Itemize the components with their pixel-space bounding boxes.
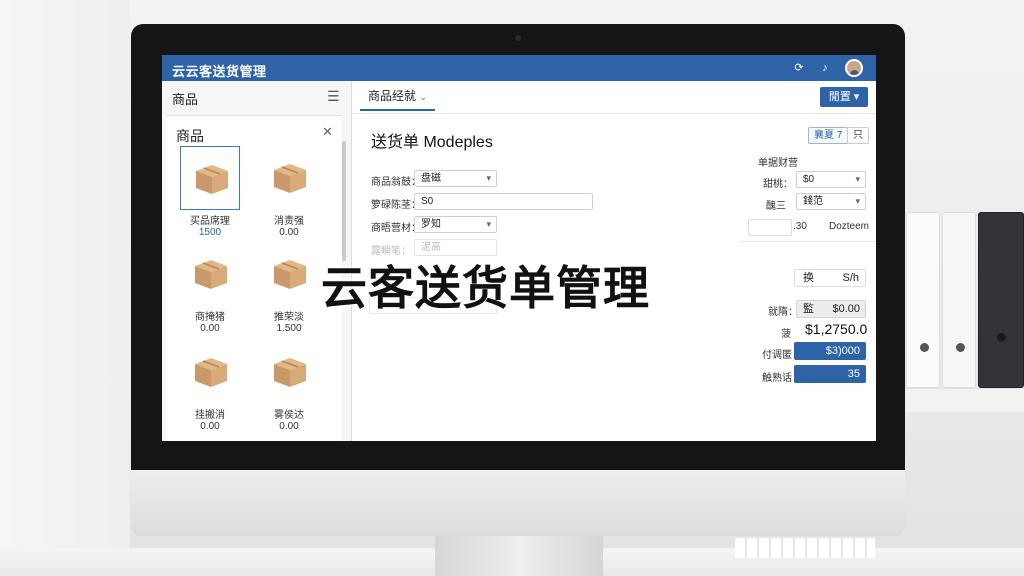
tab-label: 商品经就 bbox=[368, 89, 417, 103]
product-card[interactable]: 消责强 0.00 bbox=[257, 146, 321, 238]
headline-overlay: 云客送货单管理 bbox=[321, 261, 650, 315]
product-card[interactable]: 雾侯达 0.00 bbox=[257, 340, 321, 432]
subtotal-label: 就隋： bbox=[768, 307, 798, 318]
product-name: 买品席理 bbox=[190, 216, 230, 227]
product-price: 0.00 bbox=[200, 421, 220, 432]
row-label: 甜桃： bbox=[763, 179, 793, 190]
product-card[interactable]: 商掩猪 0.00 bbox=[178, 242, 242, 334]
sum-label: 换 bbox=[803, 272, 814, 284]
box-icon bbox=[195, 260, 227, 289]
qty-input[interactable] bbox=[748, 219, 792, 236]
monitor-stand bbox=[435, 536, 603, 576]
product-tile bbox=[259, 242, 319, 306]
qty-value: .30 bbox=[793, 221, 807, 232]
product-panel-title: 商品 bbox=[176, 128, 204, 144]
paid-field[interactable]: $3)000 bbox=[794, 342, 866, 360]
product-card[interactable]: 买品席理 1500 bbox=[178, 146, 242, 238]
wall-background bbox=[0, 0, 130, 576]
title-bar: 云云客送货管理 ⟳ ♪ bbox=[162, 55, 876, 81]
divider bbox=[352, 113, 876, 114]
product-tile bbox=[180, 340, 240, 404]
product-name: 雾侯达 bbox=[274, 410, 304, 421]
product-name: 消责强 bbox=[274, 216, 304, 227]
product-price: 0.00 bbox=[279, 227, 299, 238]
sidebar-title: 商品 bbox=[172, 92, 199, 107]
right-panel-header: 单据财营 bbox=[758, 158, 798, 169]
product-tile bbox=[259, 340, 319, 404]
tab-product[interactable]: 商品经就 ⌄ bbox=[360, 85, 435, 111]
bell-icon[interactable]: ♪ bbox=[818, 61, 832, 75]
avatar[interactable] bbox=[845, 59, 863, 77]
product-card[interactable]: 挂搬消 0.00 bbox=[178, 340, 242, 432]
product-name: 挂搬消 bbox=[195, 410, 225, 421]
product-price: 0.00 bbox=[279, 421, 299, 432]
product-card[interactable]: 推荣淡 1.500 bbox=[257, 242, 321, 334]
menu-icon[interactable]: ☰ bbox=[327, 88, 340, 105]
box-icon bbox=[274, 358, 306, 387]
binder bbox=[906, 212, 940, 388]
app-title: 云云客送货管理 bbox=[172, 64, 267, 79]
binder bbox=[978, 212, 1024, 388]
top-action-button[interactable]: 閒置 ▾ bbox=[820, 87, 868, 107]
print-button[interactable]: 只 bbox=[847, 127, 869, 144]
webcam bbox=[515, 35, 521, 41]
unit-value: Dozteem bbox=[829, 221, 870, 232]
row-label: 醜三 bbox=[766, 201, 786, 212]
sum-box: 换 S/h bbox=[794, 269, 866, 287]
radiator bbox=[735, 538, 875, 558]
save-button[interactable]: 襄夏 7 bbox=[808, 127, 849, 144]
product-name: 推荣淡 bbox=[274, 312, 304, 323]
product-price: 1500 bbox=[198, 227, 222, 238]
subtotal-value: $0.00 bbox=[832, 303, 860, 315]
box-icon bbox=[274, 260, 306, 289]
monitor-chin bbox=[131, 470, 905, 536]
amount-input[interactable]: S0 bbox=[414, 193, 593, 210]
product-price: 0.00 bbox=[200, 323, 220, 334]
total-value: $1,2750.0 bbox=[805, 321, 868, 337]
box-icon bbox=[195, 358, 227, 387]
chevron-down-icon: ⌄ bbox=[419, 92, 427, 102]
close-icon[interactable]: ✕ bbox=[322, 124, 333, 140]
total-prefix: 菠 bbox=[781, 329, 791, 340]
binder bbox=[942, 212, 976, 388]
product-tile bbox=[259, 146, 319, 210]
category-select[interactable]: 罗知 bbox=[414, 216, 497, 233]
box-icon bbox=[196, 165, 228, 194]
divider bbox=[740, 241, 876, 242]
product-name: 商掩猪 bbox=[195, 312, 225, 323]
box-icon bbox=[274, 164, 306, 193]
product-tile bbox=[180, 242, 240, 306]
price-select[interactable]: $0 bbox=[796, 171, 866, 188]
sidebar-scrollbar[interactable] bbox=[342, 141, 346, 261]
shelf bbox=[905, 388, 1024, 412]
product-select[interactable]: 盘磁 bbox=[414, 170, 497, 187]
sum-value: S/h bbox=[842, 272, 859, 284]
subtotal-prefix: 監 bbox=[803, 303, 814, 315]
product-tile bbox=[180, 146, 240, 210]
app-screen: 云云客送货管理 ⟳ ♪ 商品 ☰ 商品 ✕ 买品席理 1500 消责强 0.00… bbox=[162, 55, 876, 441]
unit-select[interactable]: 錢范 bbox=[796, 193, 866, 210]
subtotal-box: 監 $0.00 bbox=[796, 300, 866, 318]
form-title: 送货单 Modeples bbox=[371, 134, 493, 151]
top-action-label: 閒置 bbox=[828, 91, 851, 103]
product-panel: 商品 ✕ 买品席理 1500 消责强 0.00 商掩猪 0.00 推荣淡 1.5… bbox=[166, 115, 342, 441]
refresh-icon[interactable]: ⟳ bbox=[792, 61, 806, 75]
product-price: 1.500 bbox=[276, 323, 302, 334]
count-field[interactable]: 35 bbox=[794, 365, 866, 383]
